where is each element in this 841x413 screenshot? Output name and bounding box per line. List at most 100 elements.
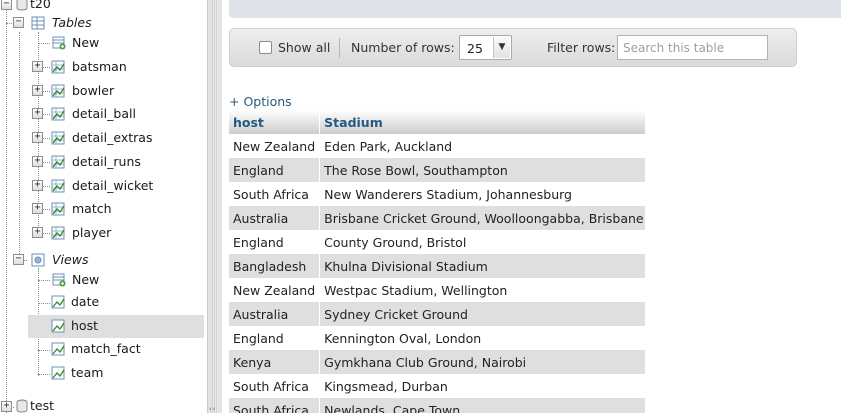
show-all-checkbox[interactable] <box>259 41 272 54</box>
rows-count-value: 25 <box>467 41 483 56</box>
cell-stadium: Brisbane Cricket Ground, Woolloongabba, … <box>319 206 647 230</box>
view-item-label: match_fact <box>71 341 141 357</box>
chevron-down-icon[interactable]: ▼ <box>493 37 510 58</box>
views-group-icon <box>31 253 45 267</box>
cell-stadium-text: County Ground, Bristol <box>324 234 467 250</box>
tree-table-item[interactable]: + player <box>0 222 207 244</box>
cell-stadium: Khulna Divisional Stadium <box>319 254 647 278</box>
table-item-label: batsman <box>72 59 127 74</box>
table-row[interactable]: Bangladesh Khulna Divisional Stadium <box>229 254 647 278</box>
table-row[interactable]: England The Rose Bowl, Southampton <box>229 158 647 182</box>
cell-host: Kenya <box>229 350 321 374</box>
table-item-label: detail_wicket <box>72 177 154 193</box>
tree-db-test[interactable]: + test <box>0 395 207 413</box>
table-row[interactable]: South Africa Kingsmead, Durban <box>229 374 647 398</box>
rows-count-select[interactable]: 25 ▼ <box>459 35 512 60</box>
cell-stadium-text: The Rose Bowl, Southampton <box>324 162 508 178</box>
table-row[interactable]: New Zealand Westpac Stadium, Wellington <box>229 278 647 302</box>
cell-stadium-text: Gymkhana Club Ground, Nairobi <box>324 354 527 370</box>
tree-table-item[interactable]: + detail_wicket <box>0 175 207 197</box>
toolbar-divider <box>339 38 340 58</box>
new-view-icon <box>52 273 66 287</box>
cell-stadium: Sydney Cricket Ground <box>319 302 647 326</box>
cell-host: England <box>229 326 321 350</box>
expand-icon[interactable]: + <box>32 155 43 167</box>
table-row[interactable]: Australia Sydney Cricket Ground <box>229 302 647 326</box>
cell-host: New Zealand <box>229 134 321 158</box>
collapse-icon[interactable]: − <box>13 254 24 265</box>
options-link[interactable]: + Options <box>229 94 292 109</box>
cell-stadium: Kingsmead, Durban <box>319 374 647 398</box>
table-row[interactable]: England County Ground, Bristol <box>229 230 647 254</box>
cell-stadium-text: Sydney Cricket Ground <box>324 306 468 322</box>
tree-view-new[interactable]: New <box>0 269 207 291</box>
cell-host: Australia <box>229 302 321 326</box>
expand-icon[interactable]: + <box>32 203 43 215</box>
cell-host: South Africa <box>229 398 321 413</box>
table-row[interactable]: Australia Brisbane Cricket Ground, Woollo… <box>229 206 647 230</box>
database-icon <box>16 0 28 11</box>
cell-stadium-text: Khulna Divisional Stadium <box>324 258 488 274</box>
expand-icon[interactable]: + <box>32 132 43 144</box>
tree-table-item[interactable]: + match <box>0 198 207 220</box>
pane-splitter[interactable]: ‹‹ <box>207 0 222 413</box>
view-item-label: team <box>71 365 104 381</box>
cell-stadium: Gymkhana Club Ground, Nairobi <box>319 350 647 374</box>
tree-view-item[interactable]: host <box>28 314 204 338</box>
expand-icon[interactable]: + <box>32 179 43 191</box>
table-row[interactable]: South Africa New Wanderers Stadium, Johan… <box>229 182 647 206</box>
cell-host: Bangladesh <box>229 254 321 278</box>
collapse-arrows-icon[interactable]: ‹‹ <box>209 405 217 413</box>
view-item-label: date <box>71 294 100 309</box>
table-header-row: host Stadium <box>229 110 647 134</box>
cell-host: South Africa <box>229 182 321 206</box>
table-navigation-toolbar: Show all Number of rows: 25 ▼ Filter row… <box>229 28 797 67</box>
cell-stadium-text: Kingsmead, Durban <box>324 378 448 394</box>
table-item-label: detail_extras <box>72 130 153 146</box>
table-item-label: bowler <box>72 82 115 98</box>
cell-host: England <box>229 158 321 182</box>
tree-group-tables[interactable]: − Tables <box>0 12 207 34</box>
tree-view-item[interactable]: team <box>28 362 204 385</box>
cell-host: New Zealand <box>229 278 321 302</box>
cell-stadium: Newlands, Cape Town <box>319 398 647 413</box>
new-table-icon <box>52 36 66 50</box>
new-table-label: New <box>72 35 100 50</box>
tree-table-new[interactable]: New <box>0 32 207 54</box>
table-row[interactable]: New Zealand Eden Park, Auckland <box>229 134 647 158</box>
cell-stadium-text: Eden Park, Auckland <box>324 138 453 154</box>
tree-db-label: test <box>30 398 55 413</box>
expand-icon[interactable]: + <box>32 226 43 238</box>
tree-view-item[interactable]: date <box>28 291 204 314</box>
cell-stadium: Eden Park, Auckland <box>319 134 647 158</box>
tree-group-views[interactable]: − Views <box>0 249 207 271</box>
tree-table-item[interactable]: + detail_runs <box>0 151 207 173</box>
cell-stadium-text: Westpac Stadium, Wellington <box>324 282 508 298</box>
show-all-label[interactable]: Show all <box>278 40 330 55</box>
cell-stadium-text: New Wanderers Stadium, Johannesburg <box>324 186 572 202</box>
table-row[interactable]: England Kennington Oval, London <box>229 326 647 350</box>
collapse-icon[interactable]: − <box>13 17 24 28</box>
tables-group-label: Tables <box>52 15 92 30</box>
tree-table-item[interactable]: + batsman <box>0 56 207 78</box>
views-group-label: Views <box>52 252 89 267</box>
tree-table-item[interactable]: + detail_extras <box>0 127 207 149</box>
tree-view-item[interactable]: match_fact <box>28 338 204 361</box>
filter-rows-input[interactable] <box>617 35 768 60</box>
results-table: host Stadium New Zealand Eden Park, Auckl… <box>229 110 647 413</box>
expand-icon[interactable]: + <box>1 401 12 412</box>
splitter-grip[interactable] <box>212 0 218 413</box>
expand-icon[interactable]: + <box>32 61 43 72</box>
collapse-icon[interactable]: − <box>1 0 12 10</box>
column-header-host[interactable]: host <box>229 110 321 134</box>
cell-stadium-text: Brisbane Cricket Ground, Woolloongabba, … <box>324 210 644 226</box>
expand-icon[interactable]: + <box>32 84 43 96</box>
column-header-stadium[interactable]: Stadium <box>319 110 647 134</box>
tree-table-item[interactable]: + detail_ball <box>0 103 207 125</box>
cell-host: England <box>229 230 321 254</box>
table-row[interactable]: South Africa Newlands, Cape Town <box>229 398 647 413</box>
expand-icon[interactable]: + <box>32 108 43 120</box>
table-row[interactable]: Kenya Gymkhana Club Ground, Nairobi <box>229 350 647 374</box>
cell-stadium: New Wanderers Stadium, Johannesburg <box>319 182 647 206</box>
tree-table-item[interactable]: + bowler <box>0 80 207 102</box>
